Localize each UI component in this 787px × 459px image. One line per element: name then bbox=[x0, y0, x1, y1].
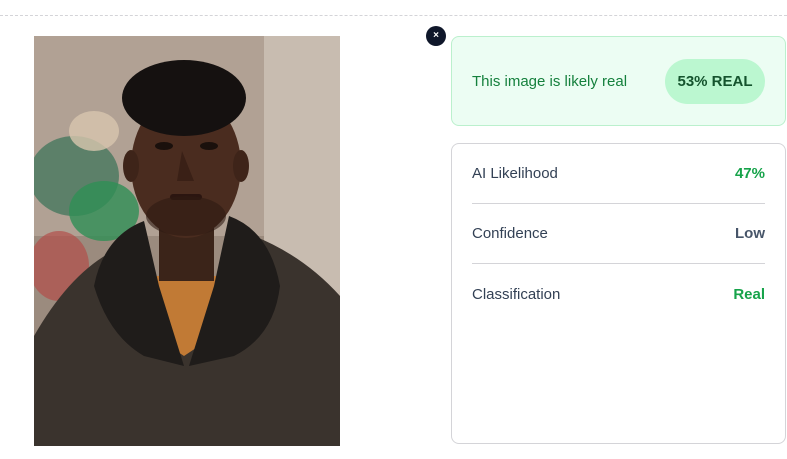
close-button[interactable]: × bbox=[426, 26, 446, 46]
stat-value: Low bbox=[735, 225, 765, 242]
close-icon: × bbox=[433, 30, 439, 41]
result-banner: This image is likely real 53% REAL bbox=[451, 36, 786, 126]
stat-label: AI Likelihood bbox=[472, 165, 558, 182]
uploaded-photo bbox=[34, 36, 340, 446]
stat-row-confidence: Confidence Low bbox=[472, 204, 765, 264]
result-message: This image is likely real bbox=[472, 72, 628, 90]
stat-row-classification: Classification Real bbox=[472, 264, 765, 324]
stat-label: Confidence bbox=[472, 225, 548, 242]
stats-card: AI Likelihood 47% Confidence Low Classif… bbox=[451, 143, 786, 444]
top-divider bbox=[0, 15, 787, 16]
stat-row-ai-likelihood: AI Likelihood 47% bbox=[472, 144, 765, 204]
portrait-illustration bbox=[34, 36, 340, 446]
stat-value: Real bbox=[733, 285, 765, 303]
result-badge: 53% REAL bbox=[665, 58, 765, 104]
stat-label: Classification bbox=[472, 285, 561, 303]
page: × This image is likely real 53% REAL AI … bbox=[0, 0, 787, 459]
stat-value: 47% bbox=[734, 165, 765, 182]
